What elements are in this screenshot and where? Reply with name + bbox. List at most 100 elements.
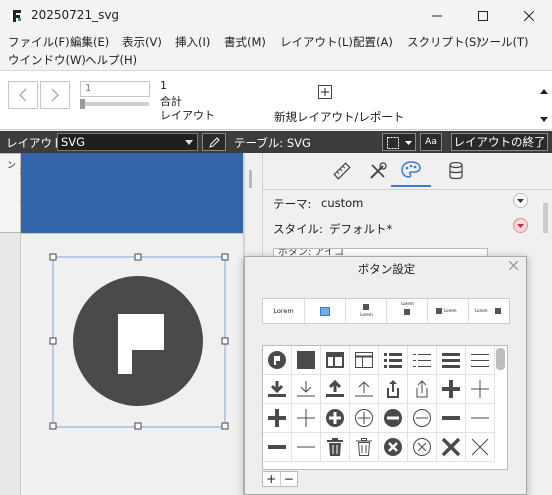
menu-format[interactable]: 書式(M) [224,34,266,50]
icon-cell[interactable] [263,433,292,462]
style-menu-button[interactable] [513,218,528,233]
icon-cell[interactable] [350,433,379,462]
previous-record-button[interactable] [8,81,38,109]
remove-icon-button[interactable]: − [281,472,298,486]
icon-cell[interactable] [292,346,321,375]
next-record-button[interactable] [40,81,70,109]
icon-cell[interactable] [466,346,495,375]
preset-icon-top[interactable]: Lorem [346,299,387,323]
icon-cell[interactable] [379,375,408,404]
chevron-down-icon [405,141,412,145]
icon-cell[interactable] [437,346,466,375]
icon-cell[interactable] [408,404,437,433]
preset-icon-bottom-label: Lorem [401,301,414,306]
theme-menu-button[interactable] [513,193,528,208]
icon-cell[interactable] [408,433,437,462]
icon-cell[interactable] [350,375,379,404]
popover-title: ボタン設定 [357,262,416,276]
plus-thin-icon [297,409,315,427]
icon-cell[interactable] [408,375,437,404]
menu-window[interactable]: ウインドウ(W) [8,52,86,68]
preset-label-only[interactable]: Lorem [263,299,305,323]
new-layout-button[interactable]: 新規レイアウト/レポート [274,109,404,125]
top-navigation-tab[interactable]: 上部ナビゲーション [0,153,28,233]
preset-icon-bottom[interactable]: Lorem [387,299,428,323]
toolbar-scroll-up-icon[interactable] [540,83,548,97]
icon-cell[interactable] [466,404,495,433]
icon-cell[interactable] [350,404,379,433]
icon-cell[interactable] [379,433,408,462]
selected-button-object[interactable] [48,252,232,432]
menu-view[interactable]: 表示(V) [122,34,162,50]
icon-cell[interactable] [263,346,294,377]
close-popover-button[interactable] [508,259,519,273]
record-slider-handle[interactable] [80,99,85,109]
menu-arrange[interactable]: 配置(A) [353,34,393,50]
icon-cell[interactable] [466,433,495,462]
icon-cell[interactable] [466,375,495,404]
menu-file[interactable]: ファイル(F) [8,34,70,50]
font-button[interactable]: Aa [420,133,442,151]
menu-edit[interactable]: 編集(E) [70,34,109,50]
new-layout-icon[interactable] [318,85,332,99]
title-bar: 20250721_svg [0,0,552,32]
top-navigation-header[interactable] [21,153,243,233]
icon-cell[interactable] [379,404,408,433]
minimize-button[interactable] [414,0,460,32]
menu-layout[interactable]: レイアウト(L) [280,34,353,50]
plus-bold-icon [268,409,286,427]
icon-cell[interactable] [350,346,379,375]
inspector-scrollbar[interactable] [543,203,548,233]
icon-cell[interactable] [379,346,408,375]
table-label: テーブル: SVG [234,136,311,150]
record-number-input[interactable]: 1 [80,81,150,97]
icon-cell[interactable] [321,404,350,433]
grid-dotted-icon [387,137,399,149]
icon-grid-scrollbar[interactable] [496,348,505,370]
menu-help[interactable]: ヘルプ(H) [85,52,137,68]
inspector-divider [263,189,552,190]
database-icon[interactable] [449,162,463,180]
grid-options-button[interactable] [382,133,416,151]
toolbar-scroll-down-icon[interactable] [540,111,548,125]
maximize-button[interactable] [460,0,506,32]
edit-layout-button[interactable] [202,133,226,151]
icon-cell[interactable] [437,433,466,462]
preset-icon-left-label: Lorem [444,308,457,313]
trash-icon [327,438,343,456]
icon-cell[interactable] [292,404,321,433]
icon-cell[interactable] [321,346,350,375]
icon-cell[interactable] [321,375,350,404]
icon-cell[interactable] [408,346,437,375]
lines-icon [442,353,460,368]
close-window-button[interactable] [506,0,552,32]
add-icon-button[interactable]: + [263,472,281,486]
minus-bold-icon [442,416,460,420]
tools-settings-icon[interactable] [369,162,387,180]
appearance-tab[interactable] [391,153,431,187]
menu-script[interactable]: スクリプト(S) [407,34,481,50]
icon-cell[interactable] [437,404,466,433]
preset-icon-only[interactable] [305,299,346,323]
minus-thin-icon [297,446,315,448]
icon-cell[interactable] [263,404,292,433]
preset-icon-right[interactable]: Lorem [469,299,509,323]
icon-cell[interactable] [321,433,350,462]
icon-cell[interactable] [263,375,292,404]
object-state-dropdown[interactable]: ボタン: アイコ [273,248,488,256]
preset-icon-left[interactable]: Lorem [428,299,469,323]
upload-icon [326,379,344,397]
exit-layout-button[interactable]: レイアウトの終了 [451,133,548,151]
ruler-position-icon[interactable] [333,162,351,180]
menu-insert[interactable]: 挿入(I) [175,34,210,50]
icon-cell[interactable] [437,375,466,404]
record-slider-track[interactable] [81,102,149,106]
canvas-scrollbar[interactable] [249,170,252,188]
icon-cell[interactable] [292,375,321,404]
menu-tools[interactable]: ツール(T) [478,34,529,50]
icon-cell[interactable] [292,433,321,462]
x-circle-icon [384,438,402,456]
style-label: スタイル: [273,222,323,236]
layout-dropdown[interactable]: SVG [57,133,198,151]
flag-circle-icon [73,276,203,406]
